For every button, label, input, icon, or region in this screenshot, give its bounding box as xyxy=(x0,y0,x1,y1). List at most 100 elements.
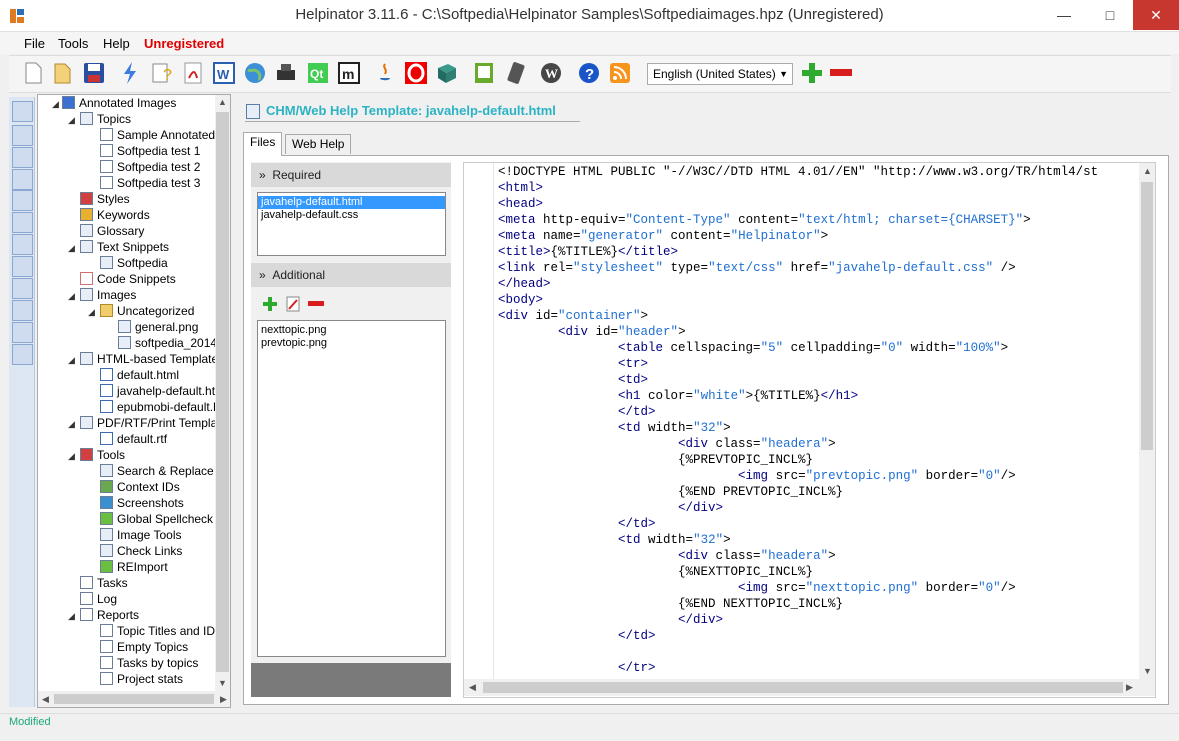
tree-item-html-template[interactable]: epubmobi-default.h xyxy=(100,399,220,415)
tree-item-topics[interactable]: Topics xyxy=(80,111,131,127)
tree-item-topic[interactable]: Softpedia test 1 xyxy=(100,143,200,159)
open-folder-icon[interactable] xyxy=(50,60,76,86)
panel-icon[interactable] xyxy=(12,125,33,146)
close-button[interactable]: ✕ xyxy=(1133,0,1179,30)
scroll-left-icon[interactable]: ◀ xyxy=(42,694,49,705)
edit-file-icon[interactable] xyxy=(286,296,300,312)
tree-item-keywords[interactable]: Keywords xyxy=(80,207,150,223)
tree-item-reports[interactable]: Reports xyxy=(80,607,139,623)
tree-item-styles[interactable]: Styles xyxy=(80,191,130,207)
tree-item-image[interactable]: softpedia_2014 xyxy=(118,335,217,351)
tasks-icon[interactable] xyxy=(12,322,33,343)
additional-files-list[interactable]: nexttopic.png prevtopic.png xyxy=(257,320,446,657)
pen-tool-icon[interactable] xyxy=(12,101,33,122)
tree-item-uncategorized[interactable]: Uncategorized xyxy=(100,303,194,319)
expand-root-icon[interactable]: ◢ xyxy=(52,99,59,110)
maximize-button[interactable]: □ xyxy=(1087,0,1133,30)
tools-icon[interactable] xyxy=(12,300,33,321)
java-icon[interactable] xyxy=(372,60,398,86)
tree-item-root[interactable]: Annotated Images xyxy=(62,95,176,111)
scroll-down-icon[interactable]: ▼ xyxy=(218,678,227,688)
tree-item-tools[interactable]: Tools xyxy=(80,447,125,463)
tree-hscroll-thumb[interactable] xyxy=(54,694,214,704)
tree-item-tool[interactable]: Check Links xyxy=(100,543,182,559)
tree-item-report[interactable]: Empty Topics xyxy=(100,639,188,655)
opera-icon[interactable] xyxy=(403,60,429,86)
m-letter-icon[interactable]: m xyxy=(336,60,362,86)
code-icon[interactable] xyxy=(12,169,33,190)
tree-item-tool[interactable]: Search & Replace xyxy=(100,463,214,479)
tree-item-report[interactable]: Tasks by topics xyxy=(100,655,198,671)
scroll-up-icon[interactable]: ▲ xyxy=(1143,166,1152,176)
tree-item-glossary[interactable]: Glossary xyxy=(80,223,144,239)
grid-icon[interactable] xyxy=(12,234,33,255)
tree-item-tool[interactable]: Global Spellcheck xyxy=(100,511,213,527)
wordpress-icon[interactable]: W xyxy=(538,60,564,86)
lightning-icon[interactable] xyxy=(117,60,143,86)
tree-item-topic[interactable]: Sample Annotated I xyxy=(100,127,222,143)
tab-files[interactable]: Files xyxy=(243,132,283,156)
tree-item-topic[interactable]: Softpedia test 3 xyxy=(100,175,200,191)
tree-item-log[interactable]: Log xyxy=(80,591,117,607)
tree-item-code-snippets[interactable]: Code Snippets xyxy=(80,271,176,287)
scroll-right-icon[interactable]: ▶ xyxy=(1126,682,1133,693)
tree-item-tool[interactable]: REImport xyxy=(100,559,168,575)
book-icon[interactable] xyxy=(434,60,460,86)
tree-item-html-templates[interactable]: HTML-based Templates xyxy=(80,351,224,367)
tree-item-html-template[interactable]: javahelp-default.htm xyxy=(100,383,225,399)
window-icon[interactable] xyxy=(12,147,33,168)
menu-file[interactable]: File xyxy=(24,36,45,51)
additional-section-header[interactable]: » Additional xyxy=(251,263,451,287)
rss-icon[interactable] xyxy=(607,60,633,86)
list-item[interactable]: prevtopic.png xyxy=(258,337,445,350)
help-circle-icon[interactable]: ? xyxy=(576,60,602,86)
pdf-template-icon[interactable] xyxy=(12,278,33,299)
editor-hscroll-thumb[interactable] xyxy=(483,682,1123,693)
menu-unregistered[interactable]: Unregistered xyxy=(144,36,224,51)
image-icon[interactable] xyxy=(12,190,33,211)
tree-item-tool[interactable]: Image Tools xyxy=(100,527,181,543)
footprints-icon[interactable] xyxy=(12,212,33,233)
copy-icon[interactable] xyxy=(12,344,33,365)
menu-help[interactable]: Help xyxy=(103,36,130,51)
required-files-list[interactable]: javahelp-default.html javahelp-default.c… xyxy=(257,192,446,256)
language-select[interactable]: English (United States) ▼ xyxy=(647,63,793,85)
remove-file-icon[interactable] xyxy=(308,300,324,308)
tree-item-topic[interactable]: Softpedia test 2 xyxy=(100,159,200,175)
tree-item-report[interactable]: Project stats xyxy=(100,671,183,687)
list-item[interactable]: javahelp-default.css xyxy=(258,209,445,222)
pdf-icon[interactable] xyxy=(180,60,206,86)
remove-language-icon[interactable] xyxy=(829,66,853,80)
expand-html-templates-icon[interactable]: ◢ xyxy=(68,355,75,366)
printer-icon[interactable] xyxy=(273,60,299,86)
tree-item-images[interactable]: Images xyxy=(80,287,136,303)
expand-snippets-icon[interactable]: ◢ xyxy=(68,243,75,254)
tab-web-help[interactable]: Web Help xyxy=(285,134,352,154)
tree-scroll-thumb[interactable] xyxy=(216,112,229,672)
scroll-down-icon[interactable]: ▼ xyxy=(1143,666,1152,676)
add-file-icon[interactable] xyxy=(262,296,278,312)
tree-item-tool[interactable]: Screenshots xyxy=(100,495,184,511)
tree-item-text-snippets[interactable]: Text Snippets xyxy=(80,239,169,255)
ebook-icon[interactable] xyxy=(471,60,497,86)
qt-icon[interactable]: Qt xyxy=(305,60,331,86)
tree-item-html-template[interactable]: default.html xyxy=(100,367,179,383)
required-section-header[interactable]: » Required xyxy=(251,163,451,187)
tree-item-pdf-templates[interactable]: PDF/RTF/Print Template xyxy=(80,415,227,431)
list-item[interactable]: javahelp-default.html xyxy=(258,196,445,209)
save-icon[interactable] xyxy=(81,60,107,86)
expand-tools-icon[interactable]: ◢ xyxy=(68,451,75,462)
help-question-icon[interactable]: ? xyxy=(149,60,175,86)
add-language-icon[interactable] xyxy=(800,61,824,85)
scroll-right-icon[interactable]: ▶ xyxy=(220,694,227,705)
new-document-icon[interactable] xyxy=(20,60,46,86)
word-icon[interactable]: W xyxy=(211,60,237,86)
template-icon[interactable] xyxy=(12,256,33,277)
tree-item-tasks[interactable]: Tasks xyxy=(80,575,128,591)
tree-item-tool[interactable]: Context IDs xyxy=(100,479,180,495)
minimize-button[interactable]: — xyxy=(1041,0,1087,30)
menu-tools[interactable]: Tools xyxy=(58,36,88,51)
list-item[interactable]: nexttopic.png xyxy=(258,324,445,337)
expand-reports-icon[interactable]: ◢ xyxy=(68,611,75,622)
editor-scroll-thumb[interactable] xyxy=(1141,182,1153,450)
